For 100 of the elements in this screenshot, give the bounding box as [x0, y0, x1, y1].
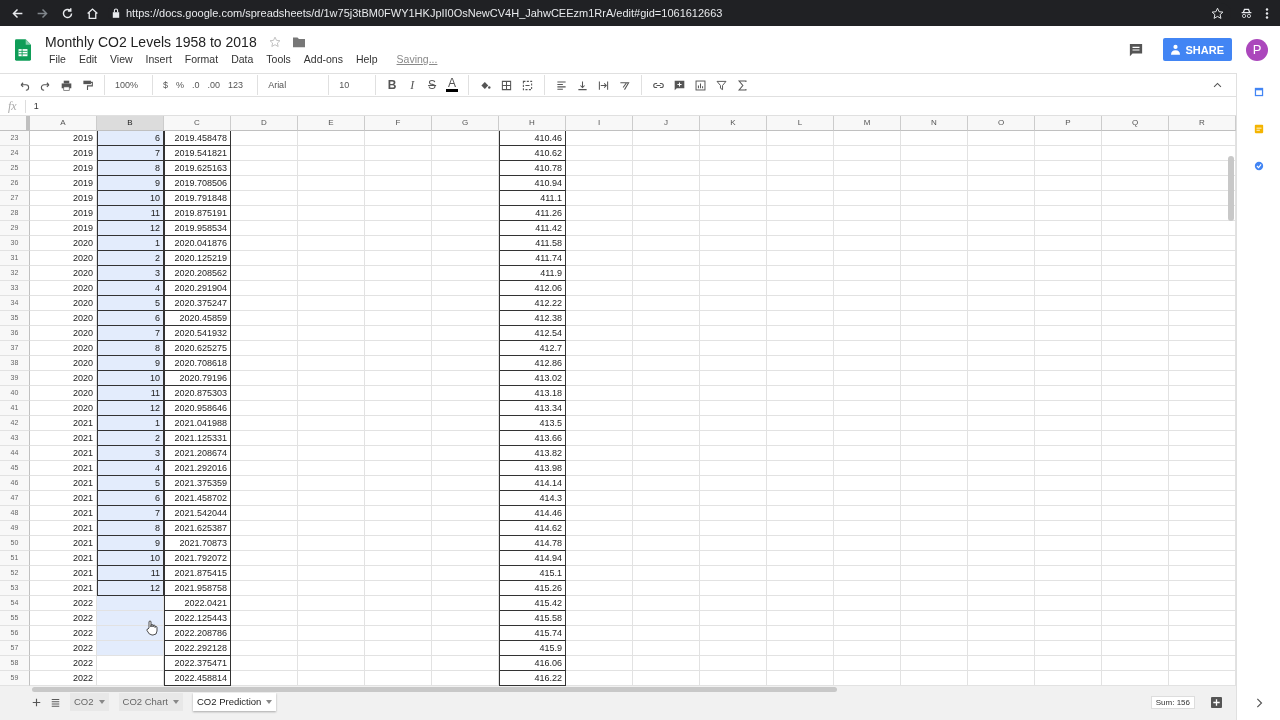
share-button[interactable]: SHARE	[1163, 38, 1232, 61]
column-header[interactable]: I	[566, 116, 633, 131]
add-comment-icon[interactable]	[674, 79, 686, 91]
save-status[interactable]: Saving...	[396, 53, 438, 65]
scrollbar[interactable]	[1228, 156, 1234, 221]
bold-button[interactable]: B	[386, 78, 399, 92]
sheet-tab[interactable]: CO2 Prediction	[192, 693, 277, 711]
incognito-icon[interactable]	[1240, 6, 1253, 20]
menu-item[interactable]: Insert	[141, 53, 176, 65]
undo-icon[interactable]	[19, 79, 30, 91]
column-header[interactable]: R	[1169, 116, 1236, 131]
text-wrap-icon[interactable]	[598, 79, 610, 91]
column-header[interactable]: Q	[1102, 116, 1169, 131]
column-header[interactable]: B	[97, 116, 164, 131]
explore-icon[interactable]	[1211, 696, 1222, 708]
table-cell: 2020.541932	[164, 326, 231, 341]
menu-item[interactable]: Tools	[262, 53, 295, 65]
print-icon[interactable]	[61, 79, 72, 91]
italic-button[interactable]: I	[406, 77, 419, 93]
table-cell: 11	[97, 386, 164, 401]
column-header[interactable]: D	[231, 116, 298, 131]
avatar[interactable]: P	[1246, 38, 1268, 61]
functions-icon[interactable]	[737, 79, 749, 91]
column-header[interactable]: J	[633, 116, 700, 131]
column-header[interactable]: H	[499, 116, 566, 131]
strikethrough-button[interactable]: S	[426, 78, 439, 92]
sheet-tab[interactable]: CO2 Chart	[118, 693, 183, 711]
formula-input[interactable]: 1	[33, 101, 39, 111]
task-icon[interactable]	[1253, 161, 1264, 171]
sheets-logo-icon[interactable]	[15, 38, 31, 61]
table-cell: 8	[97, 161, 164, 176]
text-color-button[interactable]: A	[446, 78, 459, 92]
table-cell: 411.74	[499, 251, 566, 266]
zoom-dropdown[interactable]: 100%	[115, 80, 143, 90]
vertical-align-icon[interactable]	[577, 79, 589, 91]
increase-decimals[interactable]: .00	[207, 80, 221, 90]
home-icon[interactable]	[86, 6, 99, 20]
caret-icon[interactable]	[172, 700, 179, 705]
more-icon[interactable]	[1265, 6, 1269, 20]
star-icon[interactable]	[268, 36, 281, 48]
table-cell: 6	[97, 311, 164, 326]
redo-icon[interactable]	[40, 79, 51, 91]
font-size-dropdown[interactable]: 10	[339, 80, 366, 90]
column-header[interactable]: K	[700, 116, 767, 131]
table-cell: 415.74	[499, 626, 566, 641]
document-title[interactable]: Monthly CO2 Levels 1958 to 2018	[45, 34, 257, 50]
add-sheet-icon[interactable]	[32, 697, 41, 707]
caret-icon[interactable]	[98, 700, 105, 705]
percent-format[interactable]: %	[176, 80, 185, 90]
column-header[interactable]: F	[365, 116, 432, 131]
table-cell: 9	[97, 176, 164, 191]
number-format-dropdown[interactable]: 123	[228, 80, 248, 90]
table-cell: 10	[97, 191, 164, 206]
comment-icon[interactable]	[1129, 42, 1144, 57]
forward-icon[interactable]	[36, 6, 49, 20]
table-cell: 4	[97, 281, 164, 296]
menu-item[interactable]: Data	[227, 53, 258, 65]
chart-icon[interactable]	[695, 79, 707, 91]
table-cell: 8	[97, 341, 164, 356]
sheet-tab[interactable]: CO2	[70, 693, 109, 711]
column-header[interactable]: A	[30, 116, 97, 131]
table-cell: 413.66	[499, 431, 566, 446]
menu-item[interactable]: File	[45, 53, 70, 65]
calendar-icon[interactable]	[1253, 87, 1264, 97]
column-header[interactable]: G	[432, 116, 499, 131]
table-cell: 411.26	[499, 206, 566, 221]
column-header[interactable]: L	[767, 116, 834, 131]
merge-cells-icon[interactable]	[522, 79, 534, 91]
column-header[interactable]: C	[164, 116, 231, 131]
table-cell: 416.06	[499, 656, 566, 671]
filter-icon[interactable]	[716, 79, 728, 91]
text-rotation-icon[interactable]	[619, 79, 631, 91]
currency-format[interactable]: $	[163, 80, 169, 90]
menu-item[interactable]: Format	[180, 53, 223, 65]
menu-item[interactable]: View	[106, 53, 137, 65]
table-cell: 411.58	[499, 236, 566, 251]
menu-item[interactable]: Help	[351, 53, 382, 65]
menu-item[interactable]: Edit	[74, 53, 101, 65]
align-icon[interactable]	[556, 79, 568, 91]
table-cell: 2019.875191	[164, 206, 231, 221]
caret-icon[interactable]	[266, 700, 273, 705]
sum-indicator[interactable]: Sum: 156	[1150, 695, 1195, 709]
table-cell: 412.38	[499, 311, 566, 326]
column-header[interactable]: P	[1035, 116, 1102, 131]
scrollbar[interactable]	[32, 686, 837, 692]
menu-item[interactable]: Add-ons	[299, 53, 347, 65]
table-cell: 12	[97, 401, 164, 416]
sheet-list-icon[interactable]	[51, 697, 60, 707]
decrease-decimals[interactable]: .0	[192, 80, 200, 90]
font-dropdown[interactable]: Arial	[268, 80, 319, 90]
folder-icon[interactable]	[292, 36, 305, 48]
paint-format-icon[interactable]	[82, 79, 93, 91]
fill-color-icon[interactable]	[480, 79, 492, 91]
column-header[interactable]: E	[298, 116, 365, 131]
column-header[interactable]: N	[901, 116, 968, 131]
reload-icon[interactable]	[61, 6, 74, 20]
column-header[interactable]: O	[968, 116, 1035, 131]
back-icon[interactable]	[11, 6, 24, 20]
column-header[interactable]: M	[834, 116, 901, 131]
borders-icon[interactable]	[501, 79, 513, 91]
